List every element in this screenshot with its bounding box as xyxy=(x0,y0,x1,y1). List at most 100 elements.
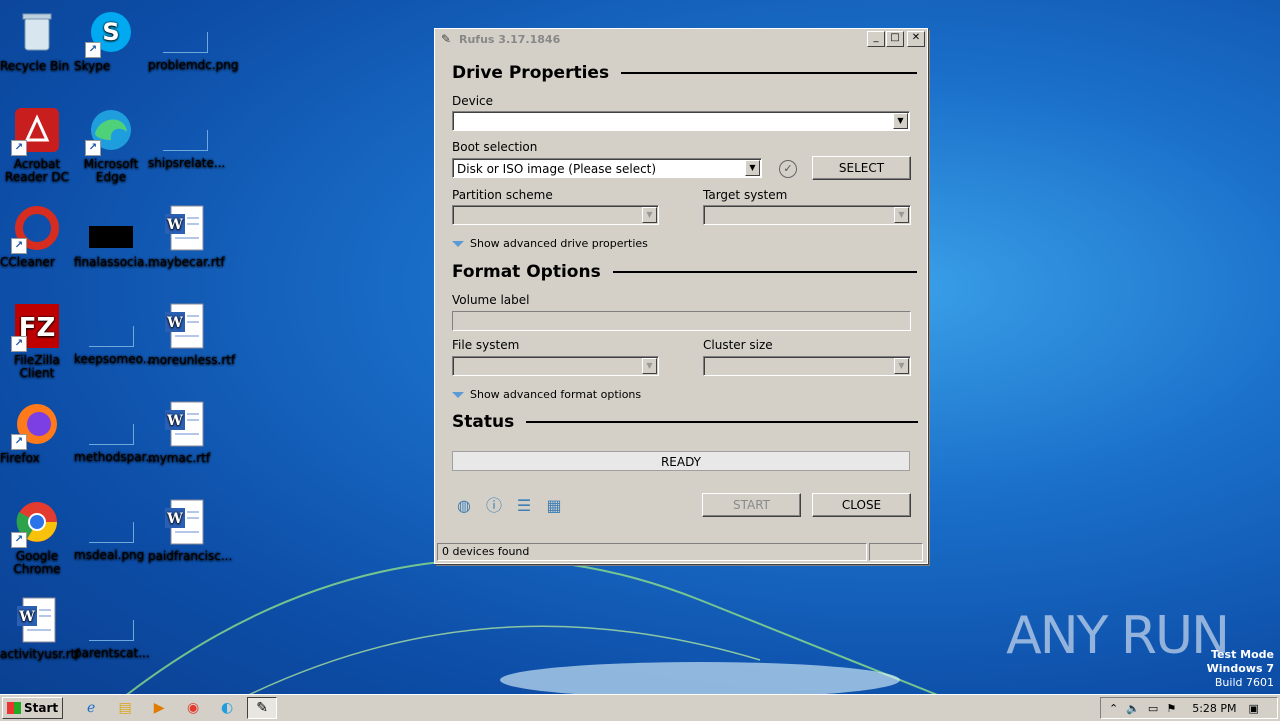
desktop-icon-parentscat[interactable]: parentscat... xyxy=(74,596,150,660)
desktop-icon-label: Acrobat Reader DC xyxy=(5,157,69,184)
expand-arrow-icon xyxy=(452,391,464,398)
desktop-icon-label: parentscat... xyxy=(74,646,150,660)
usb-drive-icon: ✎ xyxy=(441,32,452,46)
desktop-icon-keepsomeo[interactable]: keepsomeo... xyxy=(74,302,154,366)
drive-properties-header: Drive Properties xyxy=(452,63,918,83)
system-tray: ⌃ 🔈 ▭ ⚑ 5:28 PM ▣ xyxy=(1100,697,1278,719)
maximize-button[interactable]: □ xyxy=(886,31,904,47)
advanced-drive-toggle[interactable]: Show advanced drive properties xyxy=(452,237,648,250)
desktop-icon-recycle-bin[interactable]: Recycle Bin xyxy=(0,8,74,73)
start-button[interactable]: START xyxy=(702,493,801,517)
svg-text:W: W xyxy=(166,315,183,331)
title-bar[interactable]: ✎ Rufus 3.17.1846 _ □ ✕ xyxy=(435,29,927,49)
chevron-down-icon[interactable]: ▼ xyxy=(642,358,657,374)
chevron-down-icon[interactable]: ▼ xyxy=(894,358,909,374)
png-file-icon xyxy=(88,522,134,543)
desktop-icon-ccleaner[interactable]: ↗ CCleaner xyxy=(0,204,74,269)
chrome-taskbar-icon[interactable]: ◉ xyxy=(179,698,207,718)
svg-text:W: W xyxy=(166,511,183,527)
rufus-taskbar-icon[interactable]: ✎ xyxy=(247,697,278,719)
desktop-icon-finalassocia[interactable]: finalassocia... xyxy=(74,204,156,269)
check-hash-icon[interactable]: ✓ xyxy=(779,160,797,178)
internet-explorer-icon[interactable]: ℯ xyxy=(77,698,105,718)
log-table-icon[interactable]: ▦ xyxy=(544,496,564,516)
start-button-taskbar[interactable]: Start xyxy=(2,697,64,719)
desktop-icon-chrome[interactable]: ↗ Google Chrome xyxy=(0,498,74,576)
desktop-icon-label: Microsoft Edge xyxy=(83,157,139,184)
desktop-icon-shipsrelate[interactable]: shipsrelate... xyxy=(148,106,225,170)
media-player-icon[interactable]: ▶ xyxy=(145,698,173,718)
desktop-icon-label: CCleaner xyxy=(0,255,55,269)
close-window-button[interactable]: ✕ xyxy=(907,31,925,47)
desktop-icon-maybecar[interactable]: W maybecar.rtf xyxy=(148,204,225,269)
minimize-button[interactable]: _ xyxy=(867,31,885,47)
chrome-icon: ↗ xyxy=(11,498,61,548)
desktop-icon-label: FileZilla Client xyxy=(14,353,60,380)
show-desktop-icon[interactable]: ▣ xyxy=(1249,702,1259,715)
desktop-icon-paidfrancisc[interactable]: W paidfrancisc... xyxy=(148,498,232,563)
status-bar-text: 0 devices found xyxy=(437,543,867,561)
desktop-icon-problemdc[interactable]: problemdc.png xyxy=(148,8,239,72)
file-system-dropdown[interactable]: ▼ xyxy=(452,356,659,376)
file-icon xyxy=(162,130,208,151)
info-icon[interactable]: ⓘ xyxy=(484,496,504,516)
desktop-icon-skype[interactable]: S ↗ Skype xyxy=(74,8,148,73)
desktop-icon-edge[interactable]: ↗ Microsoft Edge xyxy=(74,106,148,184)
tray-expand-icon[interactable]: ⌃ xyxy=(1109,702,1118,715)
chevron-down-icon[interactable]: ▼ xyxy=(893,113,908,129)
shortcut-arrow-icon: ↗ xyxy=(11,140,27,156)
desktop-icon-methodspar[interactable]: methodspar... xyxy=(74,400,157,464)
close-button[interactable]: CLOSE xyxy=(812,493,911,517)
rtf-file-icon: W xyxy=(161,498,209,546)
status-bar-extra xyxy=(869,543,923,561)
chevron-down-icon[interactable]: ▼ xyxy=(642,207,657,223)
test-mode-line2: Windows 7 xyxy=(1206,662,1274,675)
shortcut-arrow-icon: ↗ xyxy=(85,140,101,156)
png-file-icon xyxy=(162,32,208,53)
partition-scheme-dropdown[interactable]: ▼ xyxy=(452,205,659,225)
status-header: Status xyxy=(452,412,919,432)
volume-label-label: Volume label xyxy=(452,293,530,307)
cluster-size-dropdown[interactable]: ▼ xyxy=(703,356,911,376)
drive-properties-title: Drive Properties xyxy=(452,63,610,83)
chevron-down-icon[interactable]: ▼ xyxy=(745,160,760,176)
svg-text:S: S xyxy=(102,18,119,46)
target-system-label: Target system xyxy=(703,188,788,202)
desktop-icon-filezilla[interactable]: FZ ↗ FileZilla Client xyxy=(0,302,74,380)
desktop-icon-activityusr[interactable]: W activityusr.rtf xyxy=(0,596,80,661)
desktop-icon-firefox[interactable]: ↗ Firefox xyxy=(0,400,74,465)
settings-sliders-icon[interactable]: ☰ xyxy=(514,496,534,516)
edge-taskbar-icon[interactable]: ◐ xyxy=(213,698,241,718)
desktop-icon-mymac[interactable]: W mymac.rtf xyxy=(148,400,222,465)
advanced-format-label: Show advanced format options xyxy=(470,388,642,401)
volume-icon[interactable]: 🔈 xyxy=(1126,702,1140,715)
device-label: Device xyxy=(452,94,494,108)
network-icon[interactable]: ▭ xyxy=(1148,702,1158,715)
desktop-icon-label: paidfrancisc... xyxy=(148,549,233,563)
desktop-icon-acrobat[interactable]: ↗ Acrobat Reader DC xyxy=(0,106,74,184)
chevron-down-icon[interactable]: ▼ xyxy=(894,207,909,223)
shortcut-arrow-icon: ↗ xyxy=(85,42,101,58)
rtf-file-icon: W xyxy=(161,204,209,252)
globe-icon[interactable]: ◍ xyxy=(454,496,474,516)
desktop-icon-label: Google Chrome xyxy=(13,549,61,576)
shortcut-arrow-icon: ↗ xyxy=(11,336,27,352)
target-system-dropdown[interactable]: ▼ xyxy=(703,205,911,225)
tool-icons: ◍ ⓘ ☰ ▦ xyxy=(454,496,574,516)
boot-selection-dropdown[interactable]: Disk or ISO image (Please select) ▼ xyxy=(452,158,762,178)
action-center-flag-icon[interactable]: ⚑ xyxy=(1166,702,1176,715)
svg-text:W: W xyxy=(18,609,35,625)
volume-label-input[interactable] xyxy=(452,311,911,331)
advanced-format-toggle[interactable]: Show advanced format options xyxy=(452,388,641,401)
desktop-icon-moreunless[interactable]: W moreunless.rtf xyxy=(148,302,235,367)
recycle-bin-icon xyxy=(13,8,61,56)
desktop-icon-label: Firefox xyxy=(0,451,40,465)
clock[interactable]: 5:28 PM xyxy=(1192,702,1236,715)
status-bar: 0 devices found xyxy=(437,543,923,561)
select-button[interactable]: SELECT xyxy=(812,156,911,180)
file-explorer-icon[interactable]: ▤ xyxy=(111,698,139,718)
desktop-icon-label: activityusr.rtf xyxy=(0,647,80,661)
device-dropdown[interactable]: ▼ xyxy=(452,111,910,131)
rtf-file-icon: W xyxy=(13,596,61,644)
desktop-icon-msdeal[interactable]: msdeal.png xyxy=(74,498,148,562)
